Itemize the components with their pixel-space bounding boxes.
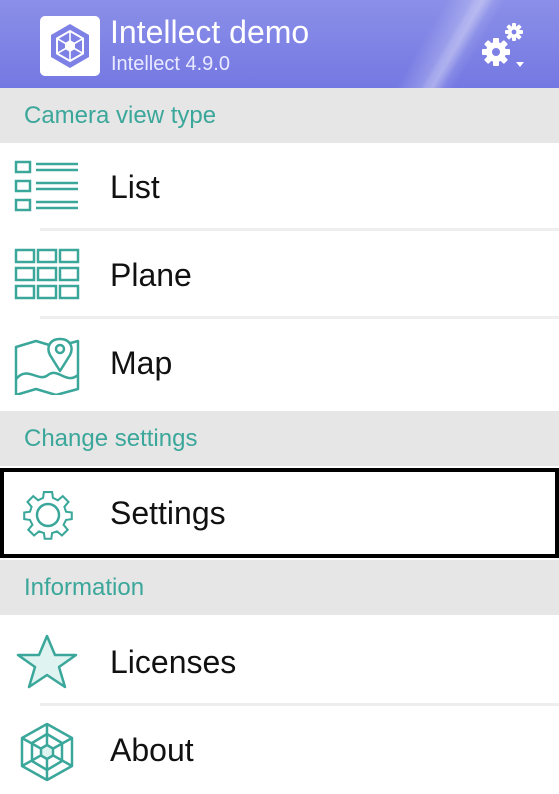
menu-item-label: Plane xyxy=(110,257,192,293)
intellect-logo-icon xyxy=(40,16,100,76)
menu-item-licenses[interactable]: Licenses xyxy=(0,618,559,706)
menu-item-label: Licenses xyxy=(110,644,237,680)
menu-item-list[interactable]: List xyxy=(0,143,559,231)
menu-item-map[interactable]: Map xyxy=(0,319,559,407)
menu-item-label: List xyxy=(110,169,160,205)
section-label: Camera view type xyxy=(24,102,217,129)
menu-item-label: Map xyxy=(110,345,173,381)
section-camera-view-type: Camera view type xyxy=(0,88,559,143)
intellect-logo-icon xyxy=(14,722,80,782)
menu-item-label: About xyxy=(110,732,194,768)
grid-icon xyxy=(14,247,80,303)
menu-item-plane[interactable]: Plane xyxy=(0,231,559,319)
app-title: Intellect demo xyxy=(110,14,310,50)
gears-icon[interactable] xyxy=(478,18,530,74)
section-information: Information xyxy=(0,560,559,615)
menu-item-settings[interactable]: Settings xyxy=(0,468,559,558)
menu-item-label: Settings xyxy=(110,495,226,531)
gear-icon xyxy=(14,485,80,541)
app-version: Intellect 4.9.0 xyxy=(111,53,230,75)
section-label: Change settings xyxy=(24,425,198,452)
app-header: Intellect demo Intellect 4.9.0 xyxy=(0,0,559,88)
section-change-settings: Change settings xyxy=(0,411,559,466)
section-label: Information xyxy=(24,574,145,601)
star-icon xyxy=(14,634,80,690)
menu-item-about[interactable]: About xyxy=(0,706,559,794)
list-icon xyxy=(14,159,80,215)
map-pin-icon xyxy=(14,335,80,397)
